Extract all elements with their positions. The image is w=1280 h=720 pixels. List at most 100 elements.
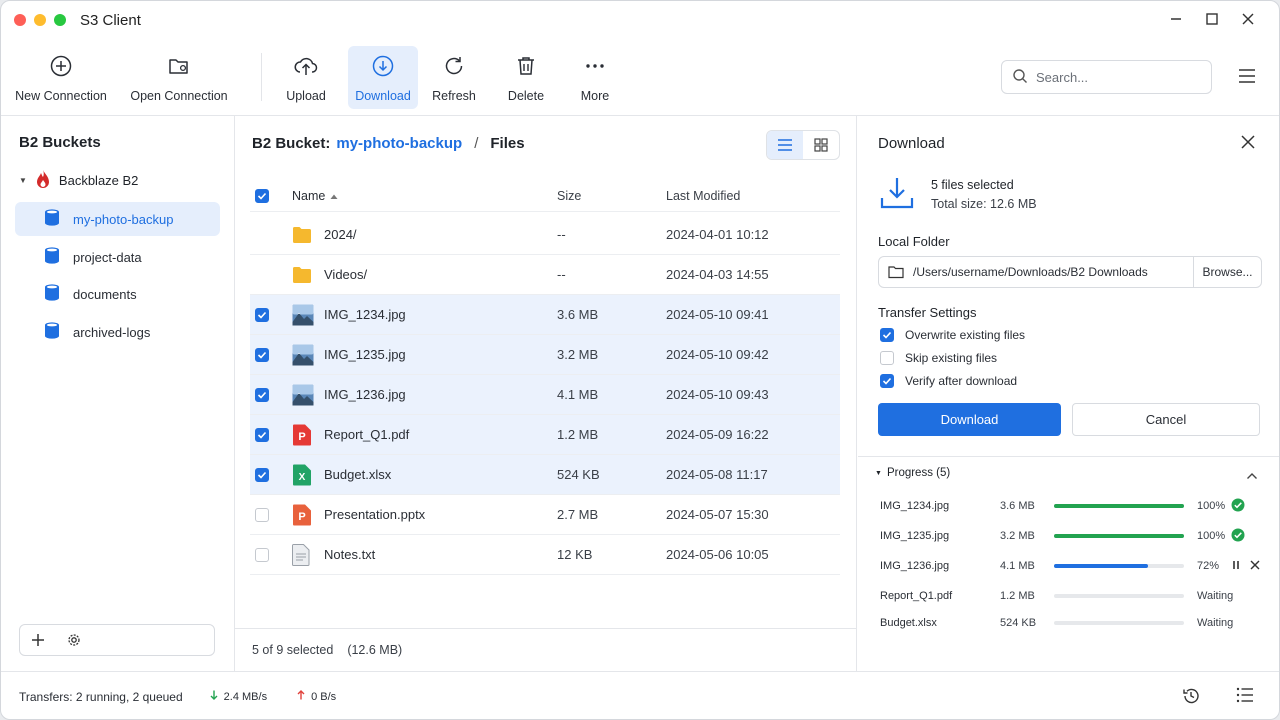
row-checkbox[interactable] xyxy=(255,507,269,522)
more-button[interactable]: More xyxy=(570,46,620,109)
cancel-transfer-icon[interactable] xyxy=(1250,560,1260,573)
chevron-up-icon[interactable] xyxy=(1246,468,1258,483)
row-checkbox[interactable] xyxy=(255,347,269,362)
local-folder-field[interactable]: /Users/username/Downloads/B2 Downloads B… xyxy=(878,256,1262,288)
table-row[interactable]: X Budget.xlsx 524 KB 2024-05-08 11:17 xyxy=(250,455,840,495)
start-download-button[interactable]: Download xyxy=(878,403,1061,436)
transfer-option[interactable]: Skip existing files xyxy=(880,351,997,365)
settings-gear-icon[interactable] xyxy=(56,633,92,647)
table-row[interactable]: IMG_1236.jpg 4.1 MB 2024-05-10 09:43 xyxy=(250,375,840,415)
file-size: 4.1 MB xyxy=(557,387,599,402)
size-column-header[interactable]: Size xyxy=(557,189,666,203)
progress-actions xyxy=(1231,528,1245,545)
history-icon[interactable] xyxy=(1182,687,1200,705)
option-checkbox[interactable] xyxy=(880,351,894,365)
pause-icon[interactable] xyxy=(1231,560,1241,573)
breadcrumb-prefix: B2 Bucket: xyxy=(252,135,331,152)
option-checkbox[interactable] xyxy=(880,328,894,342)
minimize-window-button[interactable] xyxy=(34,14,46,26)
refresh-button[interactable]: Refresh xyxy=(427,46,481,109)
caret-down-icon[interactable]: ▼ xyxy=(19,176,27,185)
breadcrumb-separator: / xyxy=(474,135,479,152)
modified-column-header[interactable]: Last Modified xyxy=(666,189,826,203)
close-window-button[interactable] xyxy=(14,14,26,26)
progress-bar xyxy=(1054,621,1184,625)
table-row[interactable]: P Presentation.pptx 2.7 MB 2024-05-07 15:30 xyxy=(250,495,840,535)
breadcrumb-folder: Files xyxy=(490,135,525,152)
bucket-icon xyxy=(43,283,61,306)
more-label: More xyxy=(580,89,610,103)
progress-file-size: 1.2 MB xyxy=(1000,590,1035,602)
browse-button[interactable]: Browse... xyxy=(1193,257,1261,287)
file-name: IMG_1235.jpg xyxy=(324,347,406,362)
sidebar-item-my-photo-backup[interactable]: my-photo-backup xyxy=(15,202,220,236)
select-all-checkbox[interactable] xyxy=(255,188,269,203)
progress-row: Report_Q1.pdf 1.2 MB Waiting xyxy=(880,586,1270,606)
transfer-option[interactable]: Verify after download xyxy=(880,374,1017,388)
file-size: 1.2 MB xyxy=(557,427,599,442)
check-circle-icon xyxy=(1231,528,1245,545)
arrow-up-icon xyxy=(297,690,305,703)
sidebar-item-label: my-photo-backup xyxy=(73,211,174,227)
upload-rate: 0 B/s xyxy=(297,690,336,703)
download-button[interactable]: Download xyxy=(348,46,418,109)
transfer-option[interactable]: Overwrite existing files xyxy=(880,328,1025,342)
add-bucket-icon[interactable] xyxy=(20,633,56,647)
sidebar-item-label: project-data xyxy=(73,249,142,265)
progress-status: Waiting xyxy=(1197,590,1234,602)
file-modified: 2024-05-10 09:43 xyxy=(666,387,769,402)
breadcrumb-bucket-link[interactable]: my-photo-backup xyxy=(336,135,462,152)
search-input[interactable] xyxy=(1036,69,1196,85)
delete-button[interactable]: Delete xyxy=(500,46,552,109)
provider-node[interactable]: ▼ Backblaze B2 xyxy=(19,169,138,192)
table-row[interactable]: P Report_Q1.pdf 1.2 MB 2024-05-09 16:22 xyxy=(250,415,840,455)
open-connection-button[interactable]: Open Connection xyxy=(127,46,231,109)
window-controls xyxy=(1167,10,1257,28)
sidebar-item-project-data[interactable]: project-data xyxy=(15,240,220,274)
table-row[interactable]: IMG_1234.jpg 3.6 MB 2024-05-10 09:41 xyxy=(250,295,840,335)
progress-section-toggle[interactable]: ▼ Progress (5) xyxy=(875,467,950,479)
queue-list-icon[interactable] xyxy=(1236,687,1254,705)
backblaze-flame-icon xyxy=(35,169,51,192)
table-row[interactable]: 2024/ -- 2024-04-01 10:12 xyxy=(250,215,840,255)
table-row[interactable]: Videos/ -- 2024-04-03 14:55 xyxy=(250,255,840,295)
row-checkbox[interactable] xyxy=(255,387,269,402)
row-checkbox[interactable] xyxy=(255,467,269,482)
toolbar-divider xyxy=(261,53,262,101)
table-row[interactable]: Notes.txt 12 KB 2024-05-06 10:05 xyxy=(250,535,840,575)
search-box[interactable] xyxy=(1001,60,1212,94)
selection-status: 5 of 9 selected (12.6 MB) xyxy=(235,628,857,671)
progress-file-name: Report_Q1.pdf xyxy=(880,590,953,602)
sidebar-item-archived-logs[interactable]: archived-logs xyxy=(15,315,220,349)
name-column-header[interactable]: Name xyxy=(292,189,557,203)
cloud-upload-icon xyxy=(293,54,319,78)
minimize-icon[interactable] xyxy=(1167,10,1185,28)
close-icon[interactable] xyxy=(1239,10,1257,28)
file-size: -- xyxy=(557,227,566,242)
row-checkbox[interactable] xyxy=(255,547,269,562)
sidebar-item-documents[interactable]: documents xyxy=(15,277,220,311)
new-connection-button[interactable]: New Connection xyxy=(13,46,109,109)
upload-button[interactable]: Upload xyxy=(277,46,335,109)
file-modified: 2024-05-10 09:41 xyxy=(666,307,769,322)
folder-icon xyxy=(292,226,312,244)
progress-bar-fill xyxy=(1054,534,1184,538)
maximize-icon[interactable] xyxy=(1203,10,1221,28)
refresh-icon xyxy=(442,54,466,78)
progress-bar-fill xyxy=(1054,504,1184,508)
download-tray-icon xyxy=(879,175,915,214)
list-view-icon[interactable] xyxy=(767,131,803,159)
file-name: 2024/ xyxy=(324,227,357,242)
grid-view-icon[interactable] xyxy=(803,131,839,159)
row-checkbox[interactable] xyxy=(255,427,269,442)
option-checkbox[interactable] xyxy=(880,374,894,388)
table-row[interactable]: IMG_1235.jpg 3.2 MB 2024-05-10 09:42 xyxy=(250,335,840,375)
hamburger-menu-icon[interactable] xyxy=(1237,68,1257,87)
image-file-icon xyxy=(292,344,314,366)
row-checkbox[interactable] xyxy=(255,307,269,322)
files-selected-text: 5 files selected xyxy=(931,178,1014,192)
zoom-window-button[interactable] xyxy=(54,14,66,26)
close-panel-icon[interactable] xyxy=(1241,135,1255,152)
cancel-button[interactable]: Cancel xyxy=(1072,403,1260,436)
title-bar: S3 Client xyxy=(1,1,1279,39)
